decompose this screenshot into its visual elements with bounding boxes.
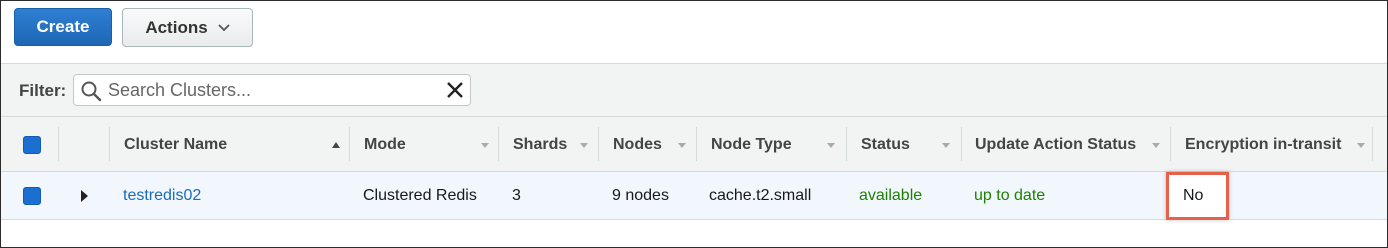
filter-label: Filter: — [19, 81, 67, 100]
filter-bar: Filter: — [1, 63, 1387, 117]
column-header-node-type[interactable]: Node Type — [697, 117, 847, 172]
chevron-down-icon — [481, 143, 489, 148]
actions-label: Actions — [145, 17, 208, 37]
search-box[interactable] — [73, 74, 471, 106]
clear-icon[interactable] — [444, 79, 466, 101]
select-all-cell — [1, 117, 59, 172]
select-all-checkbox[interactable] — [23, 136, 41, 154]
encryption-in-transit-cell: No — [1166, 172, 1229, 220]
table-header: Cluster Name Mode Shards Nodes Node Type… — [1, 117, 1387, 172]
chevron-down-icon — [942, 143, 950, 148]
column-header-mode[interactable]: Mode — [350, 117, 499, 172]
column-label: Mode — [364, 135, 406, 153]
column-header-cluster-name[interactable]: Cluster Name — [110, 117, 350, 172]
column-header-nodes[interactable]: Nodes — [599, 117, 697, 172]
node-type-cell: cache.t2.small — [709, 187, 812, 204]
toolbar: Create Actions — [1, 1, 1387, 63]
clusters-panel: Create Actions Filter: Cluster Name — [0, 0, 1388, 248]
expand-column-header — [59, 117, 110, 172]
search-icon — [81, 81, 102, 102]
column-header-encryption-in-transit[interactable]: Encryption in-transit — [1171, 117, 1373, 172]
mode-cell: Clustered Redis — [363, 187, 477, 204]
update-action-status-cell: up to date — [974, 187, 1046, 204]
create-button[interactable]: Create — [14, 8, 112, 46]
chevron-down-icon — [580, 143, 588, 148]
column-label: Nodes — [613, 135, 662, 153]
sort-ascending-icon — [332, 142, 340, 148]
column-label: Update Action Status — [975, 135, 1137, 153]
chevron-down-icon — [1152, 143, 1160, 148]
actions-button[interactable]: Actions — [122, 8, 253, 47]
chevron-down-icon — [827, 143, 835, 148]
chevron-down-icon — [218, 23, 230, 31]
column-header-update-action-status[interactable]: Update Action Status — [962, 117, 1171, 172]
chevron-down-icon — [1357, 143, 1365, 148]
expand-row-icon[interactable] — [81, 190, 88, 202]
column-label: Status — [861, 135, 910, 153]
nodes-cell: 9 nodes — [612, 187, 669, 204]
column-label: Cluster Name — [124, 135, 228, 153]
shards-cell: 3 — [512, 187, 521, 204]
column-label: Node Type — [711, 135, 792, 153]
search-input[interactable] — [108, 77, 438, 103]
chevron-down-icon — [678, 143, 686, 148]
column-label: Shards — [513, 135, 568, 153]
column-header-shards[interactable]: Shards — [499, 117, 599, 172]
column-label: Encryption in-transit — [1185, 135, 1342, 153]
row-checkbox[interactable] — [23, 187, 41, 205]
column-header-status[interactable]: Status — [847, 117, 962, 172]
status-cell: available — [859, 187, 923, 204]
cluster-name-link[interactable]: testredis02 — [123, 172, 201, 220]
